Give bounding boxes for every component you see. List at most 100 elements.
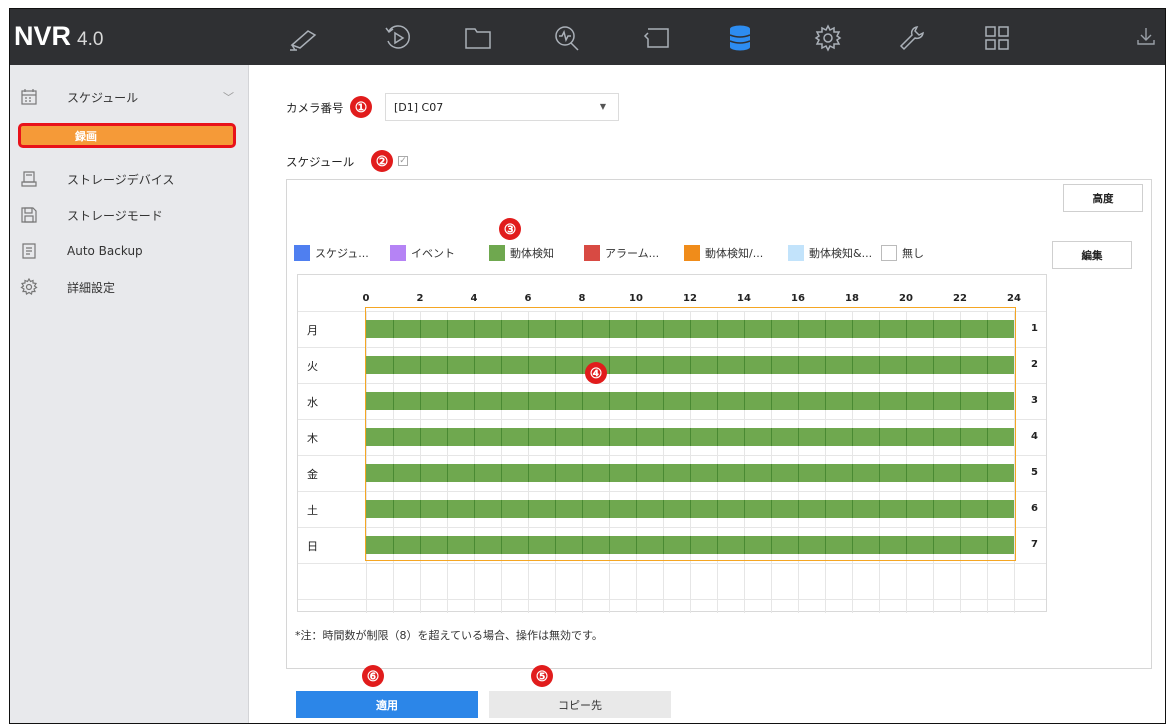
schedule-enable-checkbox[interactable]: ✓ xyxy=(398,156,408,166)
schedule-bar[interactable] xyxy=(366,392,1014,410)
bar-hour-divider xyxy=(879,392,880,410)
sidebar-item-storage-device[interactable]: ストレージデバイス xyxy=(10,163,248,195)
legend-swatch xyxy=(489,245,505,261)
schedule-bar[interactable] xyxy=(366,464,1014,482)
bar-hour-divider xyxy=(447,500,448,518)
legend-motion-and-alarm[interactable]: 動体検知&... xyxy=(788,244,872,262)
legend-swatch xyxy=(788,245,804,261)
bar-hour-divider xyxy=(798,464,799,482)
bar-hour-divider xyxy=(825,428,826,446)
bar-hour-divider xyxy=(798,536,799,554)
hour-label: 14 xyxy=(737,293,751,304)
legend-swatch xyxy=(390,245,406,261)
bar-hour-divider xyxy=(420,320,421,338)
sidebar-item-label: ストレージモード xyxy=(67,208,163,223)
hour-label: 24 xyxy=(1007,293,1021,304)
grid-hline xyxy=(298,311,1046,312)
bar-hour-divider xyxy=(528,428,529,446)
row-number: 1 xyxy=(1031,323,1038,334)
schedule-bar[interactable] xyxy=(366,500,1014,518)
schedule-grid[interactable]: 0 2 4 6 8 10 12 14 16 18 20 22 24 月 1 火 2 水 3 木 4 金 5 土 6 日 7 xyxy=(297,274,1047,613)
bar-hour-divider xyxy=(447,356,448,374)
bar-hour-divider xyxy=(393,392,394,410)
sidebar-item-label: スケジュール xyxy=(67,90,139,105)
wrench-icon[interactable] xyxy=(895,21,929,55)
bar-hour-divider xyxy=(987,536,988,554)
bar-hour-divider xyxy=(420,356,421,374)
bar-hour-divider xyxy=(690,428,691,446)
bar-hour-divider xyxy=(933,356,934,374)
schedule-bar[interactable] xyxy=(366,356,1014,374)
row-number: 3 xyxy=(1031,395,1038,406)
bar-hour-divider xyxy=(420,500,421,518)
bar-hour-divider xyxy=(690,392,691,410)
brand-version: 4.0 xyxy=(77,29,104,50)
hour-label: 20 xyxy=(899,293,913,304)
sidebar-item-storage-mode[interactable]: ストレージモード xyxy=(10,199,248,231)
grid-hline xyxy=(298,527,1046,528)
bar-hour-divider xyxy=(636,356,637,374)
hour-label: 8 xyxy=(578,293,586,304)
app-window: NVR 4.0 スケジュール ﹀ 録画 ストレージデバイス ストレージモード A… xyxy=(9,8,1166,724)
camera-number-label: カメラ番号 xyxy=(286,101,344,115)
download-icon[interactable] xyxy=(1135,25,1157,47)
bar-hour-divider xyxy=(393,320,394,338)
bar-hour-divider xyxy=(987,464,988,482)
bar-hour-divider xyxy=(609,536,610,554)
schedule-bar[interactable] xyxy=(366,536,1014,554)
camera-select[interactable]: [D1] C07 ▼ xyxy=(385,93,619,121)
legend-swatch xyxy=(584,245,600,261)
bar-hour-divider xyxy=(825,500,826,518)
bar-hour-divider xyxy=(528,392,529,410)
legend-event[interactable]: イベント xyxy=(390,244,455,262)
folder-icon[interactable] xyxy=(461,21,495,55)
sidebar-item-schedule[interactable]: スケジュール ﹀ xyxy=(10,81,248,113)
legend-alarm[interactable]: アラーム... xyxy=(584,244,659,262)
bar-hour-divider xyxy=(501,536,502,554)
camera-icon[interactable] xyxy=(286,21,320,55)
bar-hour-divider xyxy=(879,356,880,374)
apply-button[interactable]: 適用 xyxy=(296,691,478,718)
monitor-icon[interactable] xyxy=(640,21,674,55)
bar-hour-divider xyxy=(933,500,934,518)
bar-hour-divider xyxy=(582,500,583,518)
storage-icon[interactable] xyxy=(723,21,757,55)
bar-hour-divider xyxy=(690,356,691,374)
legend-label: 動体検知 xyxy=(510,247,554,260)
gear-icon[interactable] xyxy=(811,21,845,55)
legend-schedule[interactable]: スケジュ... xyxy=(294,244,369,262)
grid-hline xyxy=(298,347,1046,348)
bar-hour-divider xyxy=(906,500,907,518)
search-analytics-icon[interactable] xyxy=(550,21,584,55)
bar-hour-divider xyxy=(906,320,907,338)
sidebar-item-auto-backup[interactable]: Auto Backup xyxy=(10,235,248,267)
legend-none[interactable]: 無し xyxy=(881,244,924,262)
bar-hour-divider xyxy=(798,500,799,518)
brand-logo: NVR 4.0 xyxy=(14,21,103,52)
bar-hour-divider xyxy=(663,500,664,518)
grid-icon[interactable] xyxy=(980,21,1014,55)
hour-label: 10 xyxy=(629,293,643,304)
sidebar-item-recording[interactable]: 録画 xyxy=(18,123,236,148)
bar-hour-divider xyxy=(663,320,664,338)
bar-hour-divider xyxy=(393,536,394,554)
advanced-button[interactable]: 高度 xyxy=(1063,184,1143,212)
bar-hour-divider xyxy=(501,500,502,518)
bar-hour-divider xyxy=(474,536,475,554)
edit-button[interactable]: 編集 xyxy=(1052,241,1132,269)
legend-motion[interactable]: 動体検知 xyxy=(489,244,554,262)
bar-hour-divider xyxy=(420,464,421,482)
schedule-bar[interactable] xyxy=(366,428,1014,446)
dropdown-arrow-icon: ▼ xyxy=(599,102,606,111)
legend-motion-or-alarm[interactable]: 動体検知/... xyxy=(684,244,763,262)
grid-hline xyxy=(298,599,1046,600)
bar-hour-divider xyxy=(636,428,637,446)
playback-icon[interactable] xyxy=(381,21,415,55)
bar-hour-divider xyxy=(771,392,772,410)
day-label: 土 xyxy=(307,504,318,517)
brand-name: NVR xyxy=(14,21,72,51)
copy-to-button[interactable]: コピー先 xyxy=(489,691,671,718)
bar-hour-divider xyxy=(933,428,934,446)
sidebar-item-advanced-settings[interactable]: 詳細設定 xyxy=(10,271,248,303)
schedule-bar[interactable] xyxy=(366,320,1014,338)
